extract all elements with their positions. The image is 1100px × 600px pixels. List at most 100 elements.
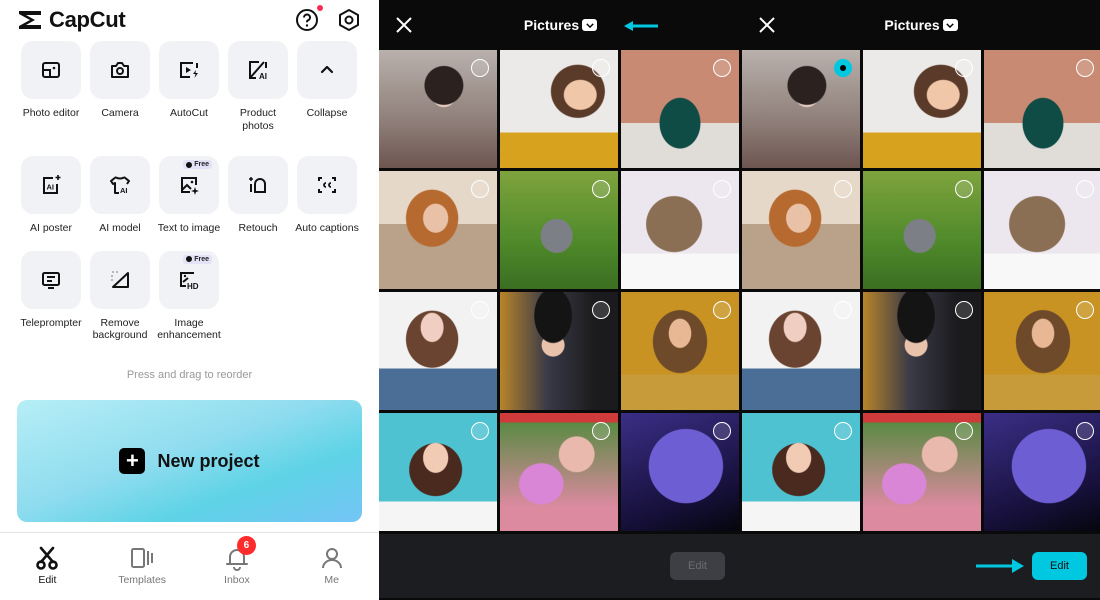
nav-inbox[interactable]: 6 Inbox (190, 533, 285, 600)
clock-icon (186, 161, 193, 168)
select-radio-icon[interactable] (592, 180, 610, 198)
help-icon (296, 9, 318, 31)
tool-label: Camera (101, 107, 139, 119)
photo-green-mug[interactable] (621, 50, 739, 168)
annotation-arrow-left-icon (624, 21, 658, 31)
edit-button-disabled[interactable]: Edit (670, 552, 725, 580)
tool-auto-captions[interactable]: Auto captions (295, 156, 359, 235)
tool-camera[interactable]: Camera (90, 41, 150, 132)
photo-woman-beach[interactable] (742, 171, 860, 289)
nav-edit[interactable]: Edit (0, 533, 95, 600)
nav-label: Inbox (224, 574, 250, 586)
tool-product-photos[interactable]: AI Product photos (228, 41, 288, 132)
select-radio-icon[interactable] (713, 180, 731, 198)
new-project-button[interactable]: + New project (17, 400, 362, 522)
select-radio-icon[interactable] (1076, 180, 1094, 198)
tool-label: AutoCut (170, 107, 208, 119)
tool-label: AI poster (29, 222, 73, 234)
new-project-label: New project (157, 450, 260, 471)
photo-woman-black-beanie[interactable] (863, 292, 981, 410)
select-radio-icon[interactable] (713, 301, 731, 319)
select-radio-icon[interactable] (471, 422, 489, 440)
select-radio-icon[interactable] (834, 422, 852, 440)
photo-woman-with-flowers[interactable] (379, 50, 497, 168)
nav-templates[interactable]: Templates (95, 533, 190, 600)
album-selector[interactable]: Pictures (742, 17, 1100, 33)
tool-label: Image enhancement (157, 316, 221, 342)
tool-label: Product photos (239, 107, 277, 132)
svg-text:AI: AI (120, 186, 128, 195)
tool-teleprompter[interactable]: Teleprompter (20, 250, 82, 342)
photo-kitten-grass[interactable] (500, 171, 618, 289)
photo-woman-flower-crown[interactable] (742, 292, 860, 410)
tool-image-enhancement[interactable]: Free HD Image enhancement (157, 250, 221, 342)
photo-woman-golden-light[interactable] (984, 292, 1100, 410)
brand: CapCut (17, 7, 126, 33)
settings-button[interactable] (337, 8, 361, 32)
select-radio-icon[interactable] (592, 59, 610, 77)
select-radio-icon[interactable] (592, 301, 610, 319)
tool-photo-editor[interactable]: Photo editor (21, 41, 81, 132)
brand-name: CapCut (49, 7, 126, 32)
photo-tabby-kitten[interactable] (984, 171, 1100, 289)
picture-picker-after: Pictures Edit (742, 0, 1100, 600)
select-radio-icon[interactable] (471, 301, 489, 319)
tool-text-to-image[interactable]: Free Text to image (158, 156, 220, 235)
tool-retouch[interactable]: Retouch (228, 156, 288, 235)
select-radio-icon[interactable] (1076, 422, 1094, 440)
text-to-image-icon (181, 177, 199, 195)
photo-kitten-grass[interactable] (863, 171, 981, 289)
tool-label: Photo editor (22, 107, 80, 119)
scissors-icon (36, 546, 59, 570)
tool-collapse[interactable]: Collapse (297, 41, 357, 132)
select-radio-icon[interactable] (834, 180, 852, 198)
select-radio-icon[interactable] (471, 180, 489, 198)
tool-autocut[interactable]: AutoCut (159, 41, 219, 132)
photo-smiling-woman-yellow[interactable] (863, 50, 981, 168)
nav-me[interactable]: Me (284, 533, 379, 600)
picker-footer: Edit (742, 534, 1100, 598)
photo-anime-purple-figure[interactable] (621, 413, 739, 531)
photo-grid (742, 50, 1100, 531)
tool-label: Auto captions (295, 222, 359, 234)
photo-girl-pink-flowers[interactable] (863, 413, 981, 531)
photo-woman-black-beanie[interactable] (500, 292, 618, 410)
ai-poster-icon: AI (43, 175, 61, 194)
free-badge: Free (183, 254, 212, 264)
select-radio-icon[interactable] (592, 422, 610, 440)
photo-woman-flower-crown[interactable] (379, 292, 497, 410)
tool-ai-poster[interactable]: AI AI poster (21, 156, 81, 235)
select-radio-icon[interactable] (955, 422, 973, 440)
album-selector[interactable]: Pictures (379, 17, 742, 33)
select-radio-icon[interactable] (834, 301, 852, 319)
select-radio-icon[interactable] (955, 180, 973, 198)
photo-woman-beach[interactable] (379, 171, 497, 289)
photo-green-mug[interactable] (984, 50, 1100, 168)
select-radio-icon[interactable] (471, 59, 489, 77)
photo-woman-teal-background[interactable] (379, 413, 497, 531)
photo-smiling-woman-yellow[interactable] (500, 50, 618, 168)
select-radio-icon[interactable] (955, 301, 973, 319)
tool-remove-background[interactable]: Remove background (90, 250, 150, 342)
select-radio-icon[interactable] (955, 59, 973, 77)
help-button[interactable] (295, 5, 323, 32)
photo-tabby-kitten[interactable] (621, 171, 739, 289)
select-radio-icon[interactable] (713, 59, 731, 77)
person-icon (321, 548, 342, 569)
camera-icon (111, 62, 129, 78)
edit-button[interactable]: Edit (1032, 552, 1087, 580)
notification-dot (317, 5, 323, 11)
selected-radio-icon[interactable] (834, 59, 852, 77)
photo-girl-pink-flowers[interactable] (500, 413, 618, 531)
photo-woman-with-flowers[interactable] (742, 50, 860, 168)
photo-grid (379, 50, 739, 531)
nav-label: Templates (118, 574, 167, 586)
select-radio-icon[interactable] (1076, 59, 1094, 77)
photo-anime-purple-figure[interactable] (984, 413, 1100, 531)
photo-woman-golden-light[interactable] (621, 292, 739, 410)
select-radio-icon[interactable] (713, 422, 731, 440)
photo-woman-teal-background[interactable] (742, 413, 860, 531)
tool-ai-model[interactable]: AI AI model (90, 156, 150, 235)
ai-model-icon: AI (110, 176, 130, 195)
select-radio-icon[interactable] (1076, 301, 1094, 319)
